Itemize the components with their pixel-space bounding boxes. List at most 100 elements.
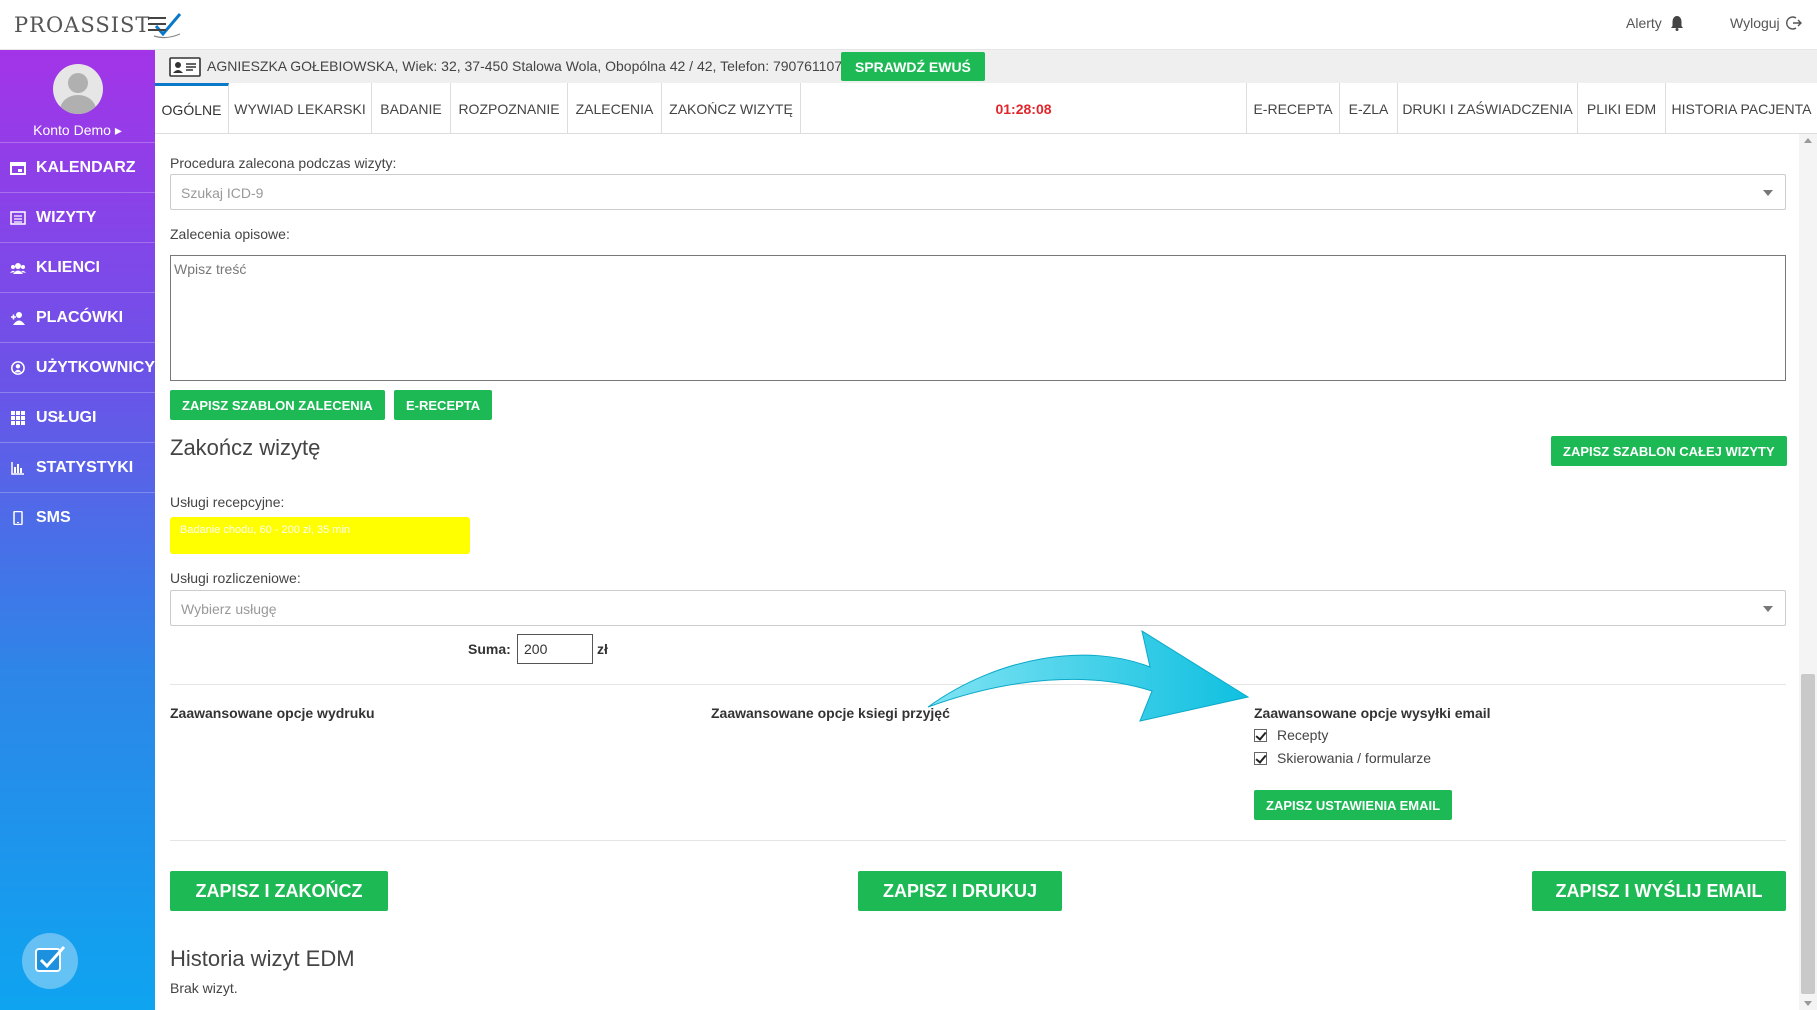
sidebar-item-label: PLACÓWKI xyxy=(36,308,124,326)
scroll-thumb[interactable] xyxy=(1801,674,1815,994)
book-options-heading: Zaawansowane opcje ksiegi przyjęć xyxy=(711,705,950,721)
user-circle-icon xyxy=(11,360,25,375)
logout-label: Wyloguj xyxy=(1730,15,1780,31)
save-and-email-button[interactable]: ZAPISZ I WYŚLIJ EMAIL xyxy=(1532,871,1786,911)
billing-services-label: Usługi rozliczeniowe: xyxy=(170,570,301,586)
sidebar-item-klienci[interactable]: KLIENCI xyxy=(0,242,155,292)
edm-history-empty: Brak wizyt. xyxy=(170,980,238,996)
sidebar-item-uslugi[interactable]: USŁUGI xyxy=(0,392,155,442)
referrals-label: Skierowania / formularze xyxy=(1277,750,1432,766)
checkbox-checked-icon xyxy=(1254,751,1267,765)
reception-service-text: Badanie chodu, 60 - 200 zł, 35 min xyxy=(180,524,351,536)
currency-label: zł xyxy=(597,641,608,657)
sidebar-item-label: KLIENCI xyxy=(36,258,100,276)
alerts-link[interactable]: Alerty xyxy=(1626,15,1684,31)
tab-ogolne[interactable]: OGÓLNE xyxy=(155,83,229,134)
checkbox-logo-icon xyxy=(35,945,66,972)
chevron-down-icon xyxy=(1763,190,1773,196)
grid-icon xyxy=(11,410,25,425)
referrals-checkbox[interactable]: Skierowania / formularze xyxy=(1254,750,1431,766)
main-content: Procedura zalecona podczas wizyty: Szuka… xyxy=(155,134,1799,1010)
e-recepta-button[interactable]: E-RECEPTA xyxy=(394,390,493,420)
email-options-heading: Zaawansowane opcje wysyłki email xyxy=(1254,705,1491,721)
chat-widget-icon[interactable] xyxy=(22,933,78,989)
procedure-label: Procedura zalecona podczas wizyty: xyxy=(170,155,397,171)
description-placeholder: Wpisz treść xyxy=(174,261,247,277)
tab-druki[interactable]: DRUKI I ZAŚWIADCZENIA xyxy=(1398,83,1578,134)
edm-history-heading: Historia wizyt EDM xyxy=(170,946,355,971)
tab-historia-pacjenta[interactable]: HISTORIA PACJENTA xyxy=(1666,83,1817,134)
save-visit-template-button[interactable]: ZAPISZ SZABLON CAŁEJ WIZYTY xyxy=(1551,436,1787,466)
scrollbar[interactable] xyxy=(1799,134,1817,1010)
print-options-heading: Zaawansowane opcje wydruku xyxy=(170,705,375,721)
sidebar-item-uzytkownicy[interactable]: UŻYTKOWNICY xyxy=(0,342,155,392)
profile-section: Konto Demo ▸ xyxy=(0,50,155,142)
id-card-icon xyxy=(169,57,201,77)
check-ewus-button[interactable]: SPRAWDŹ EWUŚ xyxy=(841,52,985,81)
users-icon xyxy=(10,262,26,274)
chevron-down-icon xyxy=(1763,606,1773,612)
tab-wywiad-lekarski[interactable]: WYWIAD LEKARSKI xyxy=(229,83,372,134)
tab-pliki-edm[interactable]: PLIKI EDM xyxy=(1578,83,1666,134)
logo-text: PROASSIST xyxy=(14,13,151,37)
prescriptions-checkbox[interactable]: Recepty xyxy=(1254,727,1328,743)
sidebar-item-sms[interactable]: SMS xyxy=(0,492,155,542)
description-textarea[interactable]: Wpisz treść xyxy=(170,255,1786,381)
visit-tabs: OGÓLNE WYWIAD LEKARSKI BADANIE ROZPOZNAN… xyxy=(155,83,1817,134)
sidebar-item-label: SMS xyxy=(36,508,71,526)
procedure-placeholder: Szukaj ICD-9 xyxy=(181,185,264,201)
alerts-label: Alerty xyxy=(1626,15,1662,31)
list-icon xyxy=(10,210,26,225)
tab-e-zla[interactable]: E-ZLA xyxy=(1340,83,1398,134)
sidebar-item-placowki[interactable]: PLACÓWKI xyxy=(0,292,155,342)
sidebar-item-label: WIZYTY xyxy=(36,208,97,226)
user-plus-icon xyxy=(11,311,25,325)
scroll-up-icon[interactable] xyxy=(1804,138,1812,143)
reception-service-tag[interactable]: Badanie chodu, 60 - 200 zł, 35 min xyxy=(170,517,470,554)
sidebar-item-wizyty[interactable]: WIZYTY xyxy=(0,192,155,242)
sidebar-item-kalendarz[interactable]: KALENDARZ xyxy=(0,142,155,192)
billing-placeholder: Wybierz usługę xyxy=(181,601,277,617)
logout-link[interactable]: Wyloguj xyxy=(1730,15,1802,31)
timer-value: 01:28:08 xyxy=(995,100,1052,117)
save-email-settings-button[interactable]: ZAPISZ USTAWIENIA EMAIL xyxy=(1254,790,1453,820)
tab-zakoncz-wizyte[interactable]: ZAKOŃCZ WIZYTĘ xyxy=(662,83,801,134)
patient-bar: AGNIESZKA GOŁEBIOWSKA, Wiek: 32, 37-450 … xyxy=(155,50,1817,83)
prescriptions-label: Recepty xyxy=(1277,727,1329,743)
logout-icon xyxy=(1785,16,1802,30)
tab-rozpoznanie[interactable]: ROZPOZNANIE xyxy=(451,83,568,134)
menu-toggle-icon[interactable] xyxy=(148,17,166,31)
sidebar-item-label: STATYSTYKI xyxy=(36,458,134,476)
account-menu[interactable]: Konto Demo ▸ xyxy=(33,122,122,139)
reception-services-label: Usługi recepcyjne: xyxy=(170,494,285,510)
description-label: Zalecenia opisowe: xyxy=(170,226,290,242)
bell-icon xyxy=(1670,16,1683,31)
top-bar: PROASSIST Alerty Wyloguj xyxy=(0,0,1817,50)
sidebar: Konto Demo ▸ KALENDARZ WIZYTY KLIENCI PL… xyxy=(0,50,155,1010)
save-recommendation-template-button[interactable]: ZAPISZ SZABLON ZALECENIA xyxy=(170,390,385,420)
bar-chart-icon xyxy=(11,461,24,475)
tab-badanie[interactable]: BADANIE xyxy=(372,83,451,134)
mobile-icon xyxy=(13,510,23,525)
finish-visit-heading: Zakończ wizytę xyxy=(170,435,321,460)
sidebar-item-statystyki[interactable]: STATYSTYKI xyxy=(0,442,155,492)
procedure-select[interactable]: Szukaj ICD-9 xyxy=(170,174,1786,210)
checkbox-checked-icon xyxy=(1254,728,1267,742)
avatar[interactable] xyxy=(52,64,103,114)
sum-input[interactable]: 200 xyxy=(517,634,593,664)
sidebar-item-label: USŁUGI xyxy=(36,408,97,426)
divider xyxy=(170,684,1786,685)
visit-timer: 01:28:08 xyxy=(801,83,1247,134)
save-and-print-button[interactable]: ZAPISZ I DRUKUJ xyxy=(858,871,1062,911)
sum-label: Suma: xyxy=(468,641,511,657)
sidebar-item-label: KALENDARZ xyxy=(36,158,136,176)
tab-zalecenia[interactable]: ZALECENIA xyxy=(568,83,662,134)
divider xyxy=(170,840,1786,841)
save-and-finish-button[interactable]: ZAPISZ I ZAKOŃCZ xyxy=(170,871,388,911)
tab-e-recepta[interactable]: E-RECEPTA xyxy=(1247,83,1340,134)
scroll-down-icon[interactable] xyxy=(1804,1001,1812,1006)
patient-info: AGNIESZKA GOŁEBIOWSKA, Wiek: 32, 37-450 … xyxy=(207,58,843,74)
billing-service-select[interactable]: Wybierz usługę xyxy=(170,590,1786,626)
calendar-icon xyxy=(10,161,26,175)
sidebar-item-label: UŻYTKOWNICY xyxy=(35,358,155,376)
